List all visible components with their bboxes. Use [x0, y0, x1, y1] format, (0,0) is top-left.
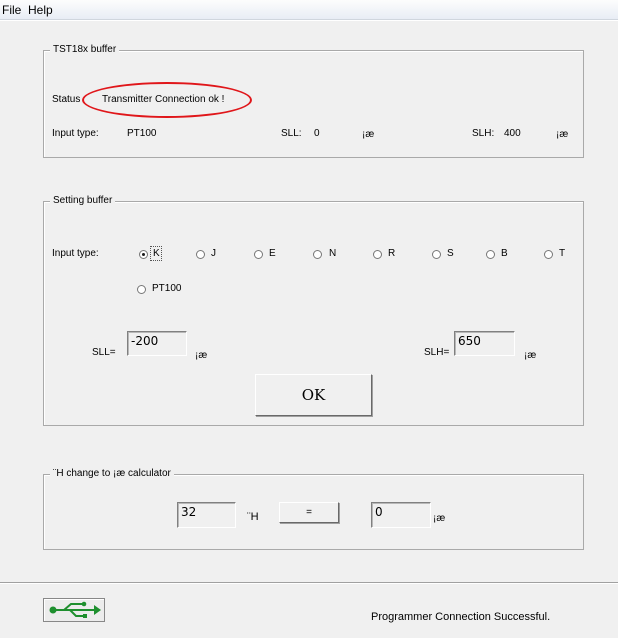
radio-b-indicator[interactable] [486, 250, 495, 259]
radio-k-indicator[interactable] [139, 250, 148, 259]
calculator-legend: ¨H change to ¡æ calculator [50, 468, 174, 479]
tst-sll-label: SLL: [281, 128, 302, 139]
tst-sll-value: 0 [314, 128, 320, 139]
tst-sll-unit: ¡æ [362, 129, 375, 140]
convert-equals-button[interactable]: = [279, 502, 339, 523]
tst-input-type-label: Input type: [52, 128, 99, 139]
slh-unit: ¡æ [524, 350, 537, 361]
radio-n-indicator[interactable] [313, 250, 322, 259]
tst-slh-value: 400 [504, 128, 521, 139]
status-label: Status [52, 94, 81, 105]
celsius-unit: ¡æ [433, 513, 446, 524]
slh-input[interactable]: 650 [454, 331, 515, 356]
ok-button[interactable]: OK [255, 374, 372, 416]
status-highlight-ellipse [82, 82, 252, 118]
menu-help[interactable]: Help [28, 3, 53, 17]
status-divider-highlight [0, 583, 618, 584]
radio-j-indicator[interactable] [196, 250, 205, 259]
radio-r-indicator[interactable] [373, 250, 382, 259]
sll-unit: ¡æ [195, 350, 208, 361]
radio-t-indicator[interactable] [544, 250, 553, 259]
radio-r-label: R [388, 248, 396, 259]
sll-label: SLL= [92, 347, 116, 358]
setting-input-type-label: Input type: [52, 248, 99, 259]
usb-icon [49, 601, 101, 618]
fahrenheit-unit: ¨H [247, 511, 259, 523]
radio-t-label: T [559, 248, 566, 259]
tst-buffer-legend: TST18x buffer [50, 44, 120, 55]
menu-file[interactable]: File [2, 3, 21, 17]
tst-slh-label: SLH: [472, 128, 495, 139]
celsius-output: 0 [371, 502, 431, 528]
slh-label: SLH= [424, 347, 450, 358]
menu-bar: File Help [0, 0, 618, 20]
tst-slh-unit: ¡æ [556, 129, 569, 140]
sll-input[interactable]: -200 [127, 331, 187, 356]
radio-e-label: E [269, 248, 276, 259]
menu-divider [0, 20, 618, 21]
radio-pt100-indicator[interactable] [137, 285, 146, 294]
setting-buffer-legend: Setting buffer [50, 195, 116, 206]
radio-s-label: S [447, 248, 454, 259]
radio-s-indicator[interactable] [432, 250, 441, 259]
radio-n-label: N [329, 248, 337, 259]
fahrenheit-input[interactable]: 32 [177, 502, 236, 528]
radio-b-label: B [501, 248, 508, 259]
radio-e-indicator[interactable] [254, 250, 263, 259]
radio-pt100-label: PT100 [152, 283, 182, 294]
status-message: Programmer Connection Successful. [371, 611, 551, 623]
radio-k-label: K [153, 248, 160, 259]
usb-status-indicator [43, 598, 105, 622]
radio-j-label: J [211, 248, 216, 259]
tst-input-type-value: PT100 [127, 128, 157, 139]
